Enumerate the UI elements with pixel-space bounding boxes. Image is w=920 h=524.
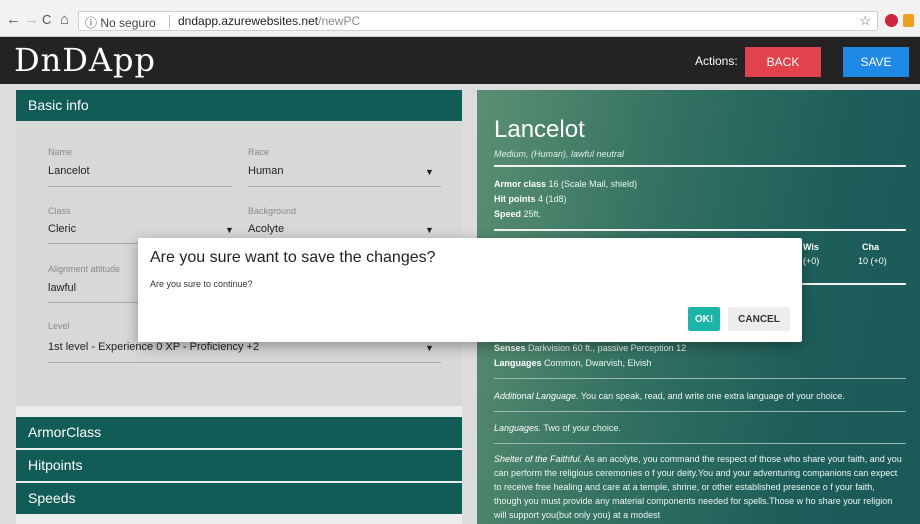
extension-icon[interactable] [903, 14, 914, 27]
class-dropdown-icon[interactable]: ▼ [225, 225, 234, 235]
stat-divider [494, 443, 906, 444]
stat-divider [494, 378, 906, 379]
ok-button[interactable]: OK! [688, 307, 720, 331]
background-select[interactable]: Acolyte [248, 223, 284, 235]
armorclass-section-header[interactable]: ArmorClass [16, 417, 462, 448]
speed-value: 25ft. [523, 209, 542, 219]
browser-toolbar: ← → C ⌂ ⓘ No seguro dndapp.azurewebsites… [0, 0, 920, 37]
reload-icon[interactable]: C [42, 12, 51, 27]
url-text: dndapp.azurewebsites.net/newPC [178, 14, 360, 28]
class-select[interactable]: Cleric [48, 223, 76, 235]
race-underline [248, 186, 441, 187]
background-label: Background [248, 206, 297, 216]
hit-points-value: 4 (1d8) [538, 194, 567, 204]
level-underline [48, 362, 441, 363]
languages-label: Languages [494, 358, 542, 368]
app-header: DnDApp Actions: BACK SAVE [0, 37, 920, 84]
dialog-title: Are you sure want to save the changes? [150, 249, 436, 266]
armor-class-label: Armor class [494, 179, 547, 189]
name-label: Name [48, 147, 73, 157]
hit-points-line: Hit points 4 (1d8) [494, 194, 567, 204]
url-host: dndapp.azurewebsites.net [178, 14, 319, 28]
languages-feature-title: Languages. [494, 423, 542, 433]
level-label: Level [48, 321, 70, 331]
race-dropdown-icon[interactable]: ▼ [425, 167, 434, 177]
home-icon[interactable]: ⌂ [60, 12, 69, 27]
save-button[interactable]: SAVE [843, 47, 909, 77]
not-secure-indicator[interactable]: ⓘ No seguro [85, 14, 156, 31]
character-subtitle: Medium, (Human), lawful neutral [494, 149, 625, 159]
additional-language-text: You can speak, read, and write one extra… [580, 391, 845, 401]
hitpoints-section-header[interactable]: Hitpoints [16, 450, 462, 481]
additional-language-title: Additional Language. [494, 391, 579, 401]
bookmark-star-icon[interactable]: ☆ [859, 13, 871, 29]
class-label: Class [48, 206, 71, 216]
name-input[interactable]: Lancelot [48, 165, 90, 177]
alignment-label: Alignment attitude [48, 264, 121, 274]
wis-value: (+0) [803, 256, 820, 266]
armor-class-line: Armor class 16 (Scale Mail, shield) [494, 179, 637, 189]
address-bar[interactable]: ⓘ No seguro dndapp.azurewebsites.net/new… [78, 11, 878, 31]
cancel-button[interactable]: CANCEL [728, 307, 790, 331]
character-name: Lancelot [494, 116, 585, 143]
senses-line: Senses Darkvision 60 ft., passive Percep… [494, 343, 686, 353]
race-select[interactable]: Human [248, 165, 283, 177]
basic-info-header[interactable]: Basic info [16, 90, 462, 121]
back-button[interactable]: BACK [745, 47, 821, 77]
armor-class-value: 16 (Scale Mail, shield) [548, 179, 638, 189]
stat-divider [494, 229, 906, 231]
background-dropdown-icon[interactable]: ▼ [425, 225, 434, 235]
cha-header: Cha [862, 242, 880, 252]
speed-line: Speed 25ft. [494, 209, 541, 219]
app-logo[interactable]: DnDApp [14, 41, 156, 79]
url-separator [169, 15, 170, 28]
alignment-select[interactable]: lawful [48, 282, 76, 294]
cha-value: 10 (+0) [858, 256, 887, 266]
shelter-title: Shelter of the Faithful. [494, 454, 583, 464]
dialog-message: Are you sure to continue? [150, 279, 253, 289]
languages-feature-text: Two of your choice. [543, 423, 621, 433]
hit-points-label: Hit points [494, 194, 536, 204]
stat-divider [494, 411, 906, 412]
additional-language-feature: Additional Language. You can speak, read… [494, 389, 904, 403]
info-icon: ⓘ [85, 16, 98, 30]
senses-label: Senses [494, 343, 526, 353]
forward-arrow-icon[interactable]: → [24, 12, 39, 27]
actions-label: Actions: [695, 54, 738, 68]
languages-feature: Languages. Two of your choice. [494, 421, 904, 435]
browser-menu-icon[interactable]: ⋮ [916, 12, 920, 28]
not-secure-label: No seguro [100, 16, 156, 30]
level-dropdown-icon[interactable]: ▼ [425, 343, 434, 353]
back-arrow-icon[interactable]: ← [6, 12, 21, 27]
languages-line: Languages Common, Dwarvish, Elvish [494, 358, 652, 368]
url-path: /newPC [318, 14, 361, 28]
languages-value: Common, Dwarvish, Elvish [544, 358, 652, 368]
ublock-extension-icon[interactable] [885, 14, 898, 27]
senses-value: Darkvision 60 ft., passive Perception 12 [528, 343, 687, 353]
speeds-section-header[interactable]: Speeds [16, 483, 462, 514]
speed-label: Speed [494, 209, 522, 219]
stat-divider [494, 165, 906, 167]
name-underline [48, 186, 232, 187]
level-select[interactable]: 1st level - Experience 0 XP - Proficienc… [48, 341, 259, 353]
wis-header: Wis [803, 242, 819, 252]
race-label: Race [248, 147, 270, 157]
save-confirmation-dialog: Are you sure want to save the changes? A… [138, 238, 802, 342]
shelter-of-the-faithful-feature: Shelter of the Faithful. As an acolyte, … [494, 452, 904, 522]
